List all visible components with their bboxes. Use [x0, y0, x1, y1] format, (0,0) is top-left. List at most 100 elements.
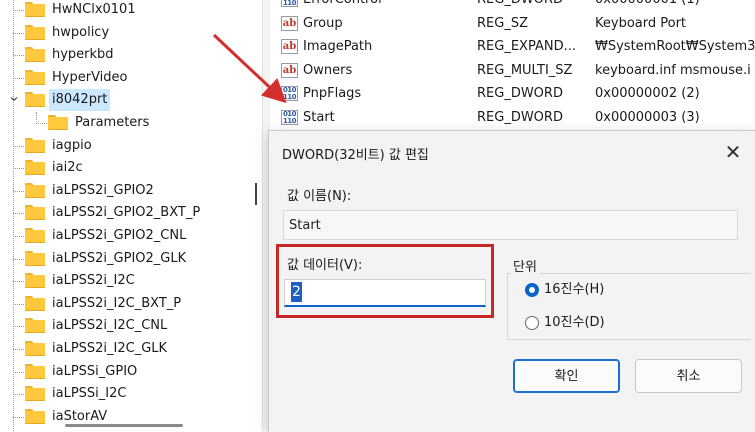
value-row[interactable]: 010 110 Start REG_DWORD 0x00000003 (3) — [270, 106, 755, 130]
tree-item-label: iaLPSSi_GPIO — [52, 363, 138, 379]
base-group-label: 단위 — [513, 260, 537, 275]
folder-icon — [25, 228, 45, 243]
tree-item-label: iaLPSS2i_I2C — [52, 273, 135, 289]
hex-radio-label: 16진수(H) — [544, 282, 605, 297]
chevron-down-icon[interactable]: ⌄ — [7, 88, 21, 104]
folder-icon — [25, 69, 45, 85]
string-value-icon: ab — [281, 15, 298, 31]
tree-guide-line — [13, 326, 24, 328]
value-data-label: 값 데이터(V): — [287, 258, 363, 273]
radio-selected-icon — [525, 283, 539, 297]
radio-unselected-icon — [525, 316, 539, 330]
scrollbar-thumb[interactable] — [65, 424, 183, 427]
folder-icon — [25, 137, 45, 153]
value-row[interactable]: ab Owners REG_MULTI_SZ keyboard.inf msmouse… — [270, 59, 755, 83]
value-row[interactable]: 010 110 PnpFlags REG_DWORD 0x00000002 (2) — [270, 82, 755, 106]
tree-guide-line — [13, 190, 24, 192]
tree-guide-line — [13, 416, 24, 418]
tree-item-label: hwpolicy — [52, 24, 110, 40]
value-name: Group — [303, 15, 343, 31]
value-type: REG_SZ — [477, 15, 528, 31]
tree-item-label: i8042prt — [49, 89, 111, 112]
tree-item-label: iai2c — [52, 160, 83, 176]
folder-icon — [25, 250, 45, 266]
tree-item-label: iaLPSS2i_GPIO2_BXT_P — [52, 205, 201, 221]
tree-item-label: iaLPSS2i_GPIO2_GLK — [52, 250, 187, 266]
tree-item-label: iaLPSSi_I2C — [52, 386, 127, 402]
binary-value-icon: 010110 — [281, 0, 298, 7]
value-type: REG_MULTI_SZ — [477, 62, 573, 78]
value-name: Start — [303, 110, 335, 125]
edit-dword-dialog: DWORD(32비트) 값 편집 ✕ 값 이름(N): Start 값 데이터(… — [268, 130, 755, 432]
value-data-input[interactable]: 2 — [284, 279, 486, 307]
folder-icon — [25, 182, 45, 198]
tree-item-label: Parameters — [75, 115, 150, 130]
registry-tree-pane[interactable]: HwNClx0101 hwpolicy hyperkbd HyperVideo ⌄ i80… — [0, 0, 258, 431]
tree-item-label: hyperkbd — [52, 47, 114, 63]
tree-item-label: iaLPSS2i_I2C_CNL — [52, 318, 168, 334]
tree-item-label: HyperVideo — [52, 69, 128, 85]
tree-guide-line — [13, 258, 24, 260]
folder-icon — [25, 363, 45, 379]
tree-guide-line — [13, 168, 24, 170]
tree-item-label: iaLPSS2i_I2C_BXT_P — [52, 295, 182, 311]
value-data: keyboard.inf msmouse.i — [595, 62, 751, 78]
text-caret — [255, 183, 257, 205]
folder-icon — [25, 160, 45, 176]
tree-guide-line — [13, 145, 24, 147]
dialog-title: DWORD(32비트) 값 편집 — [282, 148, 429, 163]
value-type: REG_EXPAND... — [477, 39, 576, 55]
tree-guide-line — [36, 123, 47, 124]
value-type: REG_DWORD — [477, 110, 563, 125]
value-data: 0x00000003 (3) — [595, 110, 700, 125]
cancel-button[interactable]: 취소 — [635, 359, 742, 393]
value-row[interactable]: ab Group REG_SZ Keyboard Port — [270, 12, 755, 36]
tree-item-label: iaLPSS2i_I2C_GLK — [52, 341, 168, 356]
tree-guide-line — [13, 0, 14, 431]
tree-horizontal-scrollbar[interactable] — [0, 421, 258, 431]
value-name: ImagePath — [303, 39, 373, 55]
tree-item-label: HwNClx0101 — [52, 2, 136, 17]
folder-icon — [25, 341, 45, 356]
tree-guide-line — [13, 77, 24, 79]
binary-value-icon: 010110 — [281, 86, 298, 102]
folder-icon — [25, 2, 45, 17]
folder-icon — [25, 386, 45, 402]
folder-icon — [25, 47, 45, 63]
tree-guide-line — [13, 371, 24, 373]
tree-guide-line — [13, 236, 24, 237]
value-name-field: Start — [283, 210, 738, 240]
value-data: 0x00000001 (1) — [595, 0, 700, 12]
folder-icon — [25, 205, 45, 221]
value-data: ₩SystemRoot₩System3 — [595, 39, 755, 55]
value-name: ErrorControl — [303, 0, 382, 12]
value-type: REG_DWORD — [477, 86, 563, 102]
ok-button[interactable]: 확인 — [513, 359, 620, 393]
tree-guide-line — [13, 10, 24, 11]
value-data-text: 2 — [291, 282, 302, 302]
tree-guide-line — [13, 281, 24, 283]
value-row[interactable]: ab ImagePath REG_EXPAND... ₩SystemRoot₩Syst… — [270, 35, 755, 59]
value-type: REG_DWORD — [477, 0, 563, 12]
value-data: 0x00000002 (2) — [595, 86, 700, 102]
folder-icon — [25, 273, 45, 289]
value-row[interactable]: 010110 ErrorControl REG_DWORD 0x00000001 (1… — [270, 0, 755, 12]
tree-guide-line — [13, 303, 24, 305]
value-name: Owners — [303, 62, 353, 78]
tree-guide-line — [13, 394, 24, 396]
tree-guide-line — [13, 213, 24, 215]
value-data: Keyboard Port — [595, 15, 687, 31]
tree-item-label: iaLPSS2i_GPIO2_CNL — [52, 228, 187, 243]
tree-item-label: iaLPSS2i_GPIO2 — [52, 182, 154, 198]
close-icon[interactable]: ✕ — [710, 135, 755, 169]
string-value-icon: ab — [281, 62, 298, 78]
value-name-label: 값 이름(N): — [287, 189, 352, 204]
folder-icon — [25, 92, 45, 108]
tree-guide-line — [13, 55, 24, 57]
decimal-radio-label: 10진수(D) — [544, 315, 605, 330]
folder-icon — [25, 318, 45, 334]
tree-item-label: iagpio — [52, 137, 92, 153]
folder-icon — [25, 24, 45, 40]
tree-guide-line — [13, 349, 24, 350]
folder-icon — [25, 295, 45, 311]
